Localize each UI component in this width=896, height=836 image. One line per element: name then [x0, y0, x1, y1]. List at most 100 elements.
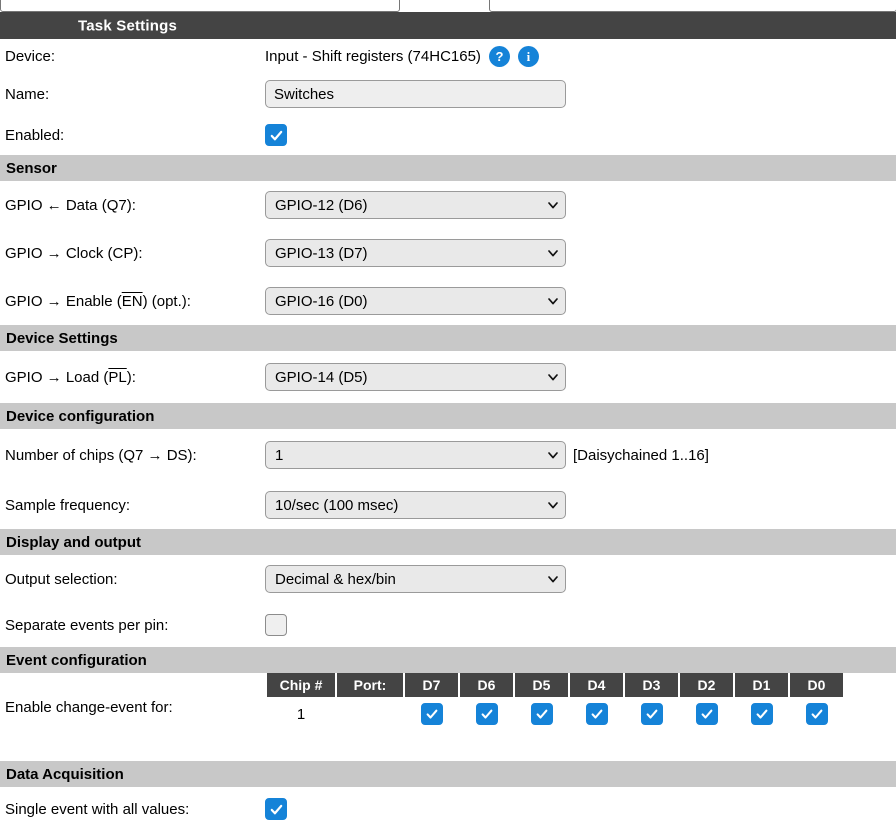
- gpio-clock-row: GPIO → Clock (CP): GPIO-13 (D7): [0, 229, 896, 277]
- name-input[interactable]: Switches: [265, 80, 566, 108]
- gpio-enable-label-pre: GPIO → Enable (: [5, 292, 122, 310]
- device-label: Device:: [5, 47, 56, 65]
- enabled-row: Enabled:: [0, 115, 896, 155]
- separate-events-label: Separate events per pin:: [5, 616, 169, 634]
- sample-frequency-select[interactable]: 10/sec (100 msec): [265, 491, 566, 519]
- col-d2: D2: [680, 673, 733, 697]
- table-row: 1: [267, 697, 843, 731]
- output-selection-select[interactable]: Decimal & hex/bin: [265, 565, 566, 593]
- chevron-down-icon: [547, 295, 559, 307]
- daisychain-note: [Daisychained 1..16]: [573, 446, 709, 464]
- cell-d7: [405, 697, 458, 731]
- checkbox-d2[interactable]: [695, 703, 718, 725]
- page-title: Task Settings: [78, 17, 178, 34]
- check-icon: [270, 804, 282, 814]
- device-row: Device: Input - Shift registers (74HC165…: [0, 39, 896, 73]
- gpio-clock-value: GPIO-13 (D7): [275, 244, 368, 262]
- number-of-chips-row: Number of chips (Q7 → DS): 1 [Daisychain…: [0, 429, 896, 481]
- gpio-data-select[interactable]: GPIO-12 (D6): [265, 191, 566, 219]
- check-icon: [536, 709, 547, 719]
- chevron-down-icon: [547, 247, 559, 259]
- section-header-device-configuration: Device configuration: [0, 403, 896, 429]
- task-settings-page: Task Settings Device: Input - Shift regi…: [0, 0, 896, 836]
- cell-d6: [460, 697, 513, 731]
- gpio-clock-label: GPIO → Clock (CP):: [5, 244, 143, 262]
- info-icon[interactable]: i: [517, 45, 539, 67]
- checkbox-d4[interactable]: [585, 703, 608, 725]
- cell-port: [337, 697, 403, 731]
- check-icon: [481, 709, 492, 719]
- number-of-chips-label: Number of chips (Q7 → DS):: [5, 446, 197, 464]
- gpio-load-row: GPIO → Load (PL): GPIO-14 (D5): [0, 351, 896, 403]
- chevron-down-icon: [547, 499, 559, 511]
- top-cropped-fields: [0, 0, 896, 12]
- name-row: Name: Switches: [0, 73, 896, 115]
- check-icon: [646, 709, 657, 719]
- cell-d1: [735, 697, 788, 731]
- name-input-value: Switches: [274, 85, 335, 103]
- chevron-down-icon: [547, 449, 559, 461]
- gpio-clock-select[interactable]: GPIO-13 (D7): [265, 239, 566, 267]
- gpio-enable-label-negated: EN: [121, 292, 143, 310]
- gpio-enable-select[interactable]: GPIO-16 (D0): [265, 287, 566, 315]
- event-configuration-table: Chip # Port: D7 D6 D5 D4 D3 D2 D1 D0 1: [265, 673, 845, 731]
- checkbox-d5[interactable]: [530, 703, 553, 725]
- chevron-down-icon: [547, 371, 559, 383]
- separate-events-row: Separate events per pin:: [0, 603, 896, 647]
- enable-change-event-label: Enable change-event for:: [5, 699, 173, 716]
- gpio-load-value: GPIO-14 (D5): [275, 368, 368, 386]
- output-selection-label: Output selection:: [5, 570, 118, 588]
- checkbox-d7[interactable]: [420, 703, 443, 725]
- section-header-data-acquisition: Data Acquisition: [0, 761, 896, 787]
- section-header-display-and-output: Display and output: [0, 529, 896, 555]
- cropped-input-left[interactable]: [0, 0, 400, 12]
- section-header-sensor: Sensor: [0, 155, 896, 181]
- chevron-down-icon: [547, 199, 559, 211]
- check-icon: [270, 130, 282, 140]
- gpio-data-label: GPIO ← Data (Q7):: [5, 196, 136, 214]
- device-value: Input - Shift registers (74HC165): [265, 47, 481, 65]
- check-icon: [426, 709, 437, 719]
- chevron-down-icon: [547, 573, 559, 585]
- sample-frequency-row: Sample frequency: 10/sec (100 msec): [0, 481, 896, 529]
- cell-d5: [515, 697, 568, 731]
- col-d4: D4: [570, 673, 623, 697]
- device-value-group: Input - Shift registers (74HC165) ? i: [265, 45, 539, 67]
- gpio-enable-label-post: ) (opt.):: [142, 292, 191, 310]
- checkbox-d6[interactable]: [475, 703, 498, 725]
- check-icon: [591, 709, 602, 719]
- cell-chip-number: 1: [296, 705, 306, 723]
- enabled-checkbox[interactable]: [265, 124, 287, 146]
- col-chip: Chip #: [267, 673, 335, 697]
- single-event-checkbox[interactable]: [265, 798, 287, 820]
- output-selection-row: Output selection: Decimal & hex/bin: [0, 555, 896, 603]
- checkbox-d0[interactable]: [805, 703, 828, 725]
- col-port: Port:: [337, 673, 403, 697]
- col-d7: D7: [405, 673, 458, 697]
- col-d0: D0: [790, 673, 843, 697]
- check-icon: [756, 709, 767, 719]
- gpio-enable-label: GPIO → Enable (EN) (opt.):: [0, 293, 265, 310]
- gpio-load-label-pre: GPIO → Load (: [5, 368, 109, 386]
- help-icon[interactable]: ?: [488, 45, 510, 67]
- checkbox-d3[interactable]: [640, 703, 663, 725]
- number-of-chips-value: 1: [275, 446, 284, 464]
- cell-d3: [625, 697, 678, 731]
- number-of-chips-select[interactable]: 1: [265, 441, 566, 469]
- cell-d4: [570, 697, 623, 731]
- checkbox-d1[interactable]: [750, 703, 773, 725]
- single-event-label: Single event with all values:: [5, 800, 190, 818]
- gpio-load-select[interactable]: GPIO-14 (D5): [265, 363, 566, 391]
- separate-events-checkbox[interactable]: [265, 614, 287, 636]
- cell-d0: [790, 697, 843, 731]
- sample-frequency-value: 10/sec (100 msec): [275, 496, 399, 514]
- table-header-row: Chip # Port: D7 D6 D5 D4 D3 D2 D1 D0: [267, 673, 843, 697]
- gpio-enable-row: GPIO → Enable (EN) (opt.): GPIO-16 (D0): [0, 277, 896, 325]
- cropped-input-right[interactable]: [489, 0, 896, 12]
- output-selection-value: Decimal & hex/bin: [275, 570, 396, 588]
- gpio-load-label-negated: PL: [108, 368, 127, 386]
- check-icon: [811, 709, 822, 719]
- col-d3: D3: [625, 673, 678, 697]
- col-d6: D6: [460, 673, 513, 697]
- sample-frequency-label: Sample frequency:: [5, 496, 131, 514]
